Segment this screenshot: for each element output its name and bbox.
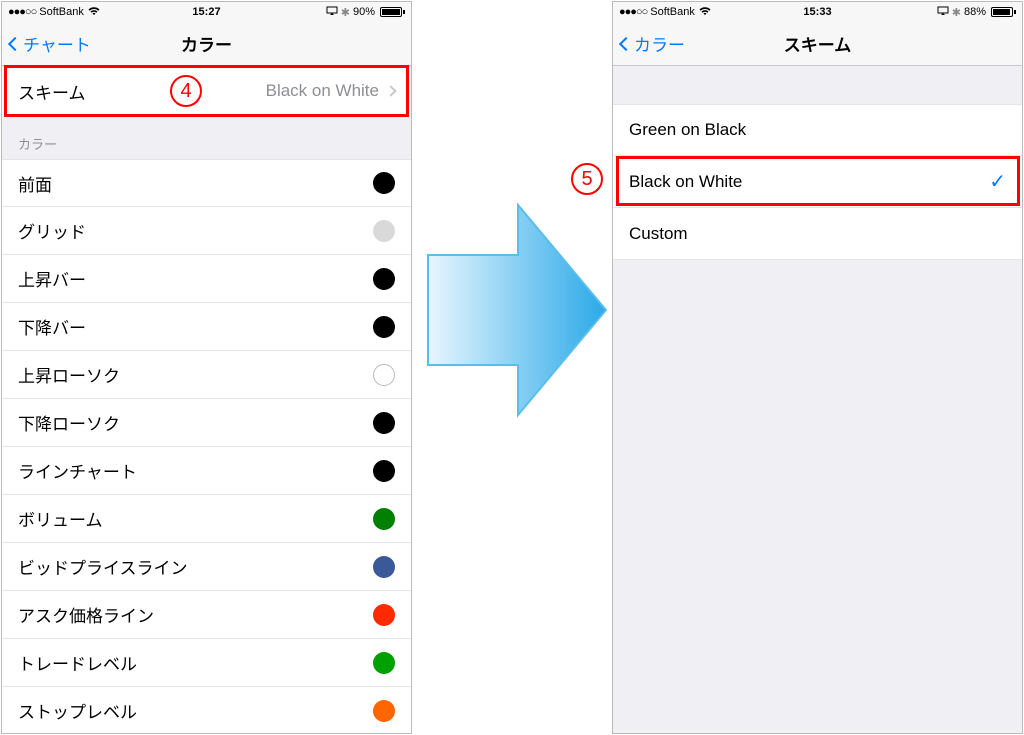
color-row-label: ボリューム xyxy=(18,506,103,531)
color-swatch xyxy=(373,364,395,386)
color-swatch xyxy=(373,652,395,674)
scheme-option-row[interactable]: Custom xyxy=(613,208,1022,260)
color-row-label: アスク価格ライン xyxy=(18,602,154,627)
color-row[interactable]: アスク価格ライン xyxy=(2,591,411,639)
color-row[interactable]: グリッド xyxy=(2,207,411,255)
battery-icon xyxy=(378,7,405,17)
nav-bar: カラー スキーム xyxy=(613,22,1022,66)
color-row[interactable]: トレードレベル xyxy=(2,639,411,687)
annotation-number-5: 5 xyxy=(571,163,603,195)
color-swatch xyxy=(373,508,395,530)
color-row[interactable]: 上昇ローソク xyxy=(2,351,411,399)
battery-icon xyxy=(989,7,1016,17)
color-row[interactable]: 上昇バー xyxy=(2,255,411,303)
color-row[interactable]: ビッドプライスライン xyxy=(2,543,411,591)
color-swatch xyxy=(373,268,395,290)
color-row[interactable]: 下降ローソク xyxy=(2,399,411,447)
color-swatch xyxy=(373,700,395,722)
color-swatch xyxy=(373,460,395,482)
color-swatch xyxy=(373,556,395,578)
color-row-label: 上昇バー xyxy=(18,266,86,291)
status-time: 15:27 xyxy=(2,6,411,18)
color-swatch xyxy=(373,172,395,194)
scheme-option-label: Black on White xyxy=(629,172,742,192)
color-row-label: 下降バー xyxy=(18,314,86,339)
section-header-color: カラー xyxy=(2,116,411,159)
status-bar: ●●●○○ SoftBank 15:27 ✱ 90% xyxy=(2,2,411,22)
phone-left: ●●●○○ SoftBank 15:27 ✱ 90% チャート カラー スキーム… xyxy=(1,1,412,734)
scheme-list: Green on Black Black on White ✓ Custom xyxy=(613,104,1022,260)
color-row-label: ラインチャート xyxy=(18,458,137,483)
color-row-label: グリッド xyxy=(18,218,86,243)
color-row-label: ビッドプライスライン xyxy=(18,554,188,579)
scheme-option-label: Custom xyxy=(629,224,688,244)
status-time: 15:33 xyxy=(613,6,1022,18)
scheme-row-label: スキーム xyxy=(18,79,86,104)
annotation-number-4: 4 xyxy=(170,75,202,107)
color-swatch xyxy=(373,220,395,242)
color-row[interactable]: 下降バー xyxy=(2,303,411,351)
scheme-row-value: Black on White xyxy=(266,81,379,101)
color-row-label: 上昇ローソク xyxy=(18,362,120,387)
chevron-left-icon xyxy=(8,36,22,50)
chevron-left-icon xyxy=(619,36,633,50)
arrow-icon xyxy=(418,200,608,420)
color-swatch xyxy=(373,316,395,338)
color-row[interactable]: ラインチャート xyxy=(2,447,411,495)
color-row[interactable]: 前面 xyxy=(2,159,411,207)
nav-bar: チャート カラー xyxy=(2,22,411,66)
back-label: カラー xyxy=(634,31,685,56)
back-button[interactable]: カラー xyxy=(621,31,685,56)
scheme-option-row[interactable]: Black on White ✓ xyxy=(613,156,1022,208)
chevron-right-icon xyxy=(385,85,396,96)
color-row-label: トレードレベル xyxy=(18,650,137,675)
scheme-option-label: Green on Black xyxy=(629,120,746,140)
status-bar: ●●●○○ SoftBank 15:33 ✱ 88% xyxy=(613,2,1022,22)
phone-right: ●●●○○ SoftBank 15:33 ✱ 88% カラー スキーム Gree… xyxy=(612,1,1023,734)
back-label: チャート xyxy=(23,31,91,56)
checkmark-icon: ✓ xyxy=(989,169,1006,194)
scheme-row[interactable]: スキーム Black on White xyxy=(2,66,411,116)
color-row-label: 下降ローソク xyxy=(18,410,120,435)
color-swatch xyxy=(373,412,395,434)
color-row[interactable]: ボリューム xyxy=(2,495,411,543)
back-button[interactable]: チャート xyxy=(10,31,91,56)
color-row[interactable]: ストップレベル xyxy=(2,687,411,734)
color-swatch xyxy=(373,604,395,626)
scheme-option-row[interactable]: Green on Black xyxy=(613,104,1022,156)
color-row-label: 前面 xyxy=(18,171,52,196)
color-row-label: ストップレベル xyxy=(18,698,137,723)
color-list: 前面グリッド上昇バー下降バー上昇ローソク下降ローソクラインチャートボリュームビッ… xyxy=(2,159,411,734)
